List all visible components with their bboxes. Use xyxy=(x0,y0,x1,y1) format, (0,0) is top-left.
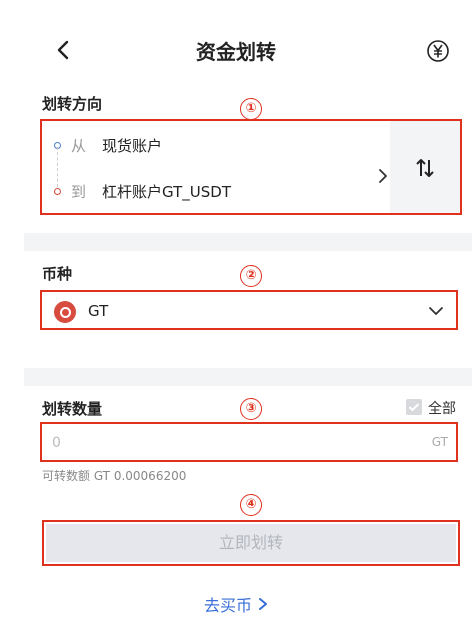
section-divider xyxy=(24,368,472,386)
to-account-row[interactable]: 到杠杆账户GT_USDT xyxy=(54,181,231,202)
amount-label: 划转数量 xyxy=(42,400,103,418)
amount-input[interactable] xyxy=(52,432,352,454)
available-amount: 可转数额 GT 0.00066200 xyxy=(42,469,187,483)
coin-selected-value: GT xyxy=(88,302,109,320)
coin-select[interactable]: GT xyxy=(40,290,458,330)
annotation-1: ① xyxy=(240,98,262,120)
buy-coin-link[interactable]: 去买币 xyxy=(0,592,472,616)
amount-field[interactable]: GT xyxy=(40,422,458,462)
chevron-right-icon[interactable] xyxy=(377,169,389,183)
coin-label: 币种 xyxy=(42,265,73,283)
select-all-label[interactable]: 全部 xyxy=(428,398,456,418)
swap-direction-button[interactable] xyxy=(390,121,460,213)
amount-unit: GT xyxy=(431,435,448,449)
check-icon xyxy=(408,403,420,412)
select-all-checkbox[interactable] xyxy=(406,399,422,415)
from-account-row: 从现货账户 xyxy=(54,135,162,156)
submit-button-frame: 立即划转 xyxy=(42,520,460,566)
chevron-right-icon xyxy=(259,598,267,610)
annotation-3: ③ xyxy=(240,398,262,420)
transfer-direction-card[interactable]: 从现货账户 到杠杆账户GT_USDT xyxy=(40,119,462,215)
buy-coin-label: 去买币 xyxy=(203,596,252,615)
from-prefix: 从 xyxy=(71,137,87,155)
annotation-4: ④ xyxy=(240,494,262,516)
yuan-circle-icon[interactable] xyxy=(426,39,450,63)
page-title: 资金划转 xyxy=(196,40,276,64)
to-dot-icon xyxy=(54,188,61,195)
chevron-down-icon xyxy=(429,307,443,315)
gt-coin-icon xyxy=(54,301,76,323)
header: 资金划转 xyxy=(0,0,472,92)
from-account-value: 现货账户 xyxy=(102,137,163,155)
annotation-2: ② xyxy=(240,265,262,287)
transfer-now-button[interactable]: 立即划转 xyxy=(46,524,456,562)
direction-label: 划转方向 xyxy=(42,95,103,113)
swap-vertical-icon xyxy=(416,159,434,177)
to-prefix: 到 xyxy=(71,183,87,201)
section-divider xyxy=(24,233,472,251)
to-account-value: 杠杆账户GT_USDT xyxy=(102,183,231,201)
